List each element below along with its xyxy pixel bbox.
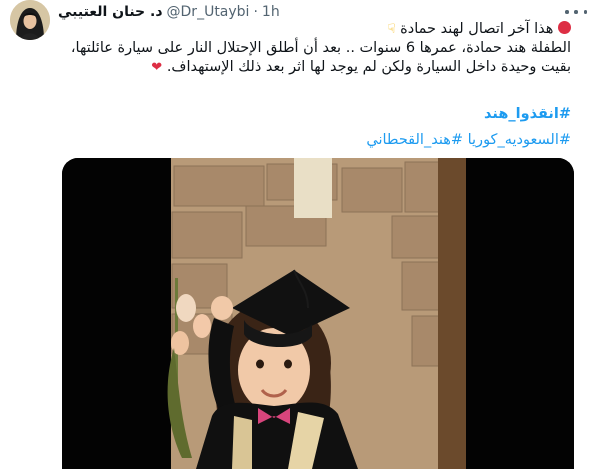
author-handle[interactable]: @Dr_Utaybi (167, 4, 250, 20)
pointing-down-icon: ☟ (387, 22, 396, 37)
tweet-line-3-text: بقيت وحيدة داخل السيارة ولكن لم يوجد لها… (166, 59, 571, 75)
more-options-icon[interactable] (565, 4, 587, 20)
broken-heart-icon: ❤ (151, 60, 163, 75)
hashtag-links-line[interactable]: #السعوديه_كوريا #هند_القحطاني (51, 131, 571, 150)
tweet-line-1: هذا آخر اتصال لهند حمادة ☟ (51, 20, 571, 39)
avatar-image (10, 0, 50, 40)
tweet-line-1-text: هذا آخر اتصال لهند حمادة (400, 21, 554, 37)
tweet-line-3: بقيت وحيدة داخل السيارة ولكن لم يوجد لها… (51, 58, 571, 77)
avatar[interactable] (10, 0, 50, 40)
hashtag-link-save-hind[interactable]: #انقذوا_هند (51, 105, 571, 124)
red-circle-icon (558, 21, 571, 34)
tweet-card[interactable]: د. حنان العتيبي @Dr_Utaybi · 1h هذا آخر … (0, 0, 592, 469)
tweet-line-2: الطفلة هند حمادة، عمرها 6 سنوات .. بعد أ… (70, 40, 571, 56)
tweet-timestamp[interactable]: 1h (262, 4, 280, 20)
tweet-header: د. حنان العتيبي @Dr_Utaybi · 1h (58, 2, 280, 22)
hashtags: #انقذوا_هند #السعوديه_كوريا #هند_القحطان… (51, 105, 571, 150)
video-media[interactable] (62, 158, 574, 469)
tweet-text: هذا آخر اتصال لهند حمادة ☟ الطفلة هند حم… (51, 20, 571, 77)
author-display-name[interactable]: د. حنان العتيبي (58, 4, 163, 20)
separator-dot: · (253, 4, 258, 20)
video-thumbnail (62, 158, 574, 469)
